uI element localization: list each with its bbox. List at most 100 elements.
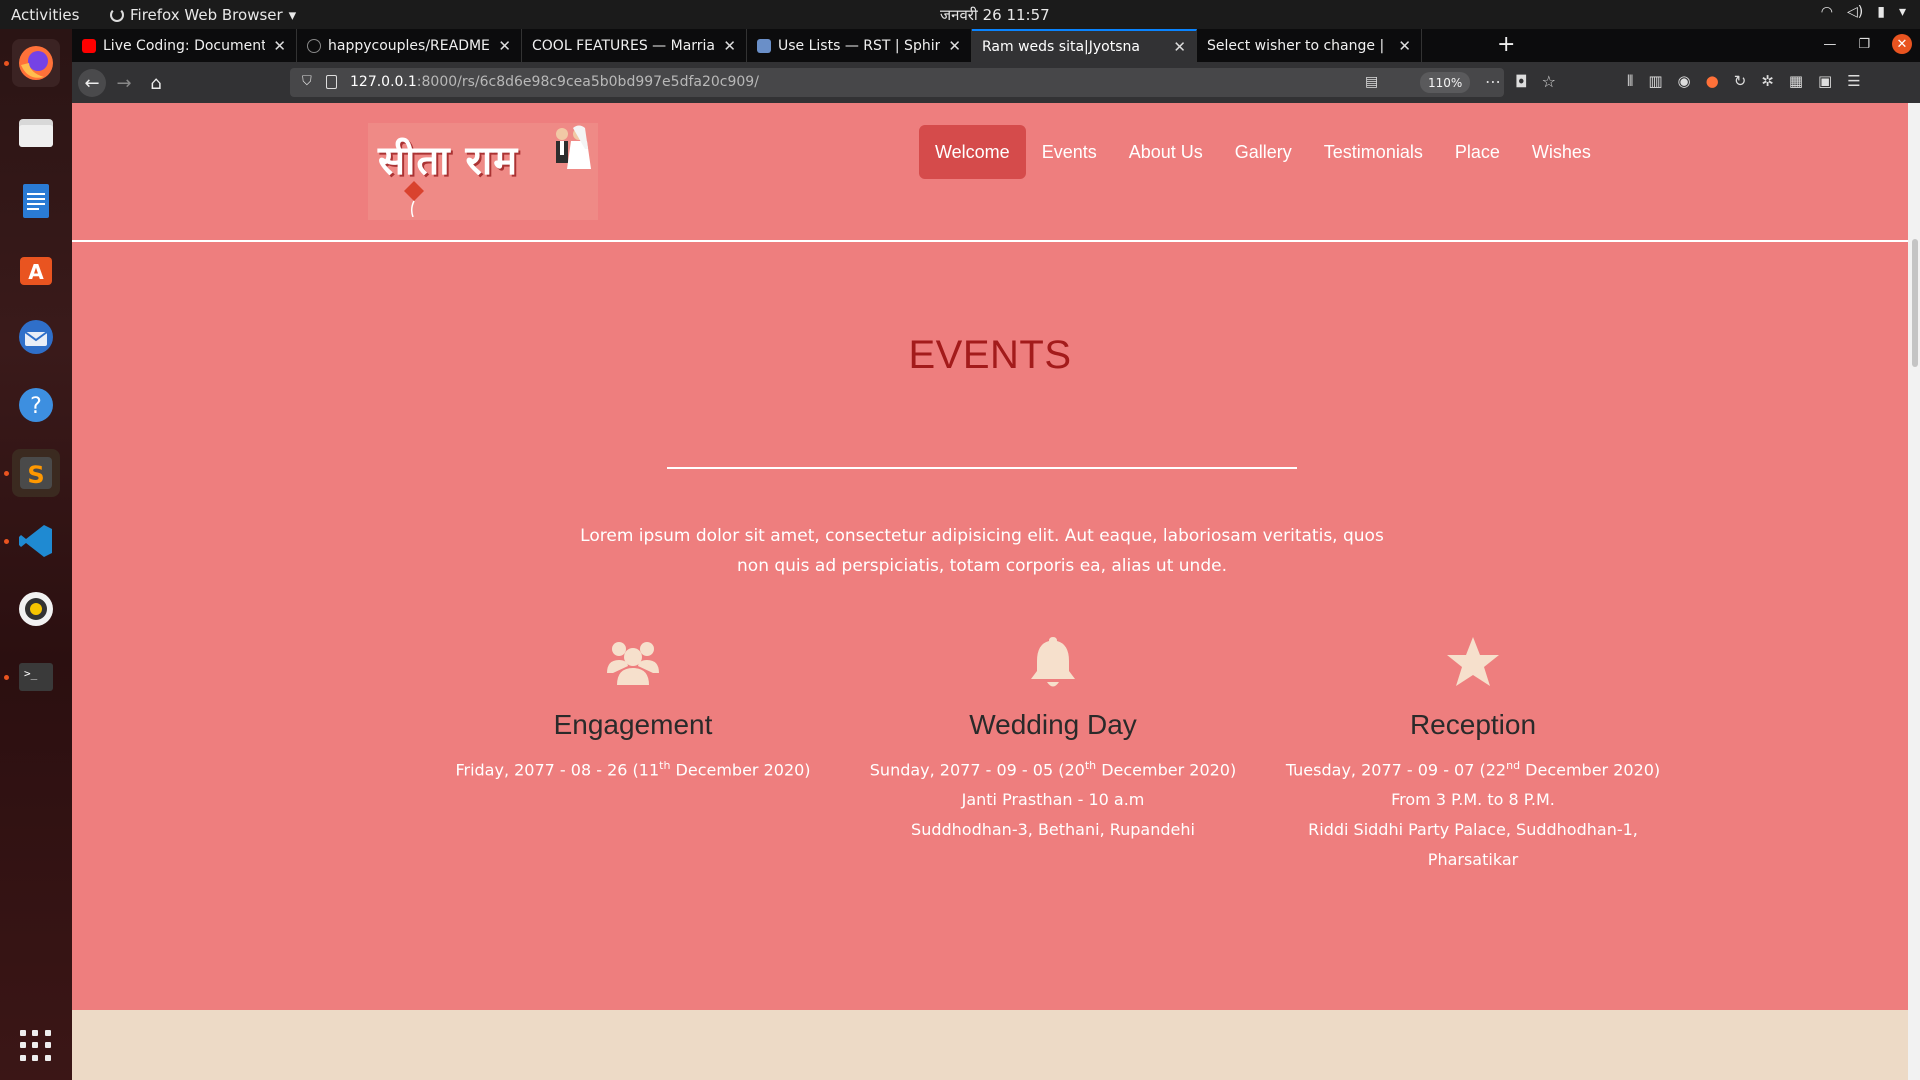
show-applications-icon[interactable] [20, 1030, 52, 1062]
browser-tab-active[interactable]: Ram weds sita|Jyotsna ✕ [972, 29, 1197, 62]
scrollbar-thumb[interactable] [1912, 239, 1918, 367]
extension-icon[interactable]: ● [1706, 72, 1719, 90]
pocket-icon[interactable]: ◘ [1515, 72, 1528, 91]
bell-icon [1031, 637, 1075, 687]
volume-icon: ◁) [1847, 4, 1864, 20]
event-detail: Pharsatikar [1427, 850, 1519, 870]
toolbar-icons: ⫴ ▥ ◉ ● ↻ ✲ ▦ ▣ ☰ [1627, 72, 1861, 90]
restore-icon[interactable]: ❐ [1858, 37, 1870, 52]
nav-wishes[interactable]: Wishes [1516, 125, 1607, 179]
reader-view-icon[interactable]: ▤ [1365, 74, 1378, 90]
hamburger-menu-icon[interactable]: ☰ [1847, 72, 1860, 90]
reload-icon[interactable]: ↻ [1734, 72, 1747, 90]
account-icon[interactable]: ◉ [1678, 72, 1691, 90]
bookmark-star-icon[interactable]: ☆ [1542, 72, 1556, 91]
more-actions-icon[interactable]: ⋯ [1485, 72, 1501, 91]
help-icon[interactable]: ? [12, 381, 60, 429]
dock: A ? S >_ [0, 29, 72, 1080]
thunderbird-icon[interactable] [12, 313, 60, 361]
notes-icon[interactable]: ▣ [1818, 72, 1832, 90]
system-tray[interactable]: ◠ ◁) ▮ ▾ [1821, 4, 1906, 20]
event-date: Sunday, 2077 - 09 - 05 (20th December 20… [843, 751, 1263, 785]
site-logo[interactable]: सीता राम [368, 123, 598, 220]
close-icon[interactable]: ✕ [498, 37, 511, 55]
event-date-suffix: December 2020) [1520, 760, 1661, 780]
event-date-sup: th [1084, 759, 1097, 772]
window-close-icon[interactable]: ✕ [1892, 34, 1912, 54]
event-detail: Riddi Siddhi Party Palace, Suddhodhan-1, [1308, 820, 1638, 840]
writer-icon[interactable] [12, 177, 60, 225]
running-indicator [4, 675, 9, 680]
event-date-suffix: December 2020) [1096, 760, 1237, 780]
nav-events[interactable]: Events [1026, 125, 1113, 179]
page-scrollbar[interactable] [1908, 103, 1920, 1080]
firefox-icon[interactable] [12, 39, 60, 87]
activities-button[interactable]: Activities [11, 6, 79, 24]
files-icon[interactable] [12, 109, 60, 157]
couple-icon [556, 125, 591, 169]
event-name: Engagement [553, 709, 713, 740]
url-text[interactable]: 127.0.0.1:8000/rs/6c8d6e98c9cea5b0bd997e… [350, 74, 759, 90]
kite-icon [404, 181, 424, 217]
browser-tab[interactable]: Live Coding: Documentat ✕ [72, 29, 297, 62]
clock[interactable]: जनवरी 26 11:57 [940, 5, 1050, 25]
minimize-icon[interactable]: — [1823, 37, 1836, 52]
event-date-prefix: Tuesday, 2077 - 09 - 07 (22 [1285, 760, 1507, 780]
rhythmbox-icon[interactable] [12, 585, 60, 633]
zoom-level-button[interactable]: 110% [1420, 72, 1471, 93]
firefox-small-icon [110, 8, 124, 22]
nav-welcome[interactable]: Welcome [919, 125, 1026, 179]
divider [667, 467, 1297, 469]
event-detail: Suddhodhan-3, Bethani, Rupandehi [911, 820, 1195, 840]
next-section [72, 1010, 1908, 1080]
close-icon[interactable]: ✕ [1173, 38, 1186, 56]
home-icon[interactable]: ⌂ [142, 69, 170, 97]
browser-tab[interactable]: Select wisher to change | Dj ✕ [1197, 29, 1422, 62]
events-intro: Lorem ipsum dolor sit amet, consectetur … [580, 526, 1384, 576]
grid-icon[interactable]: ▦ [1789, 72, 1803, 90]
nav-testimonials[interactable]: Testimonials [1308, 125, 1439, 179]
sidebar-icon[interactable]: ▥ [1648, 72, 1662, 90]
github-icon [307, 38, 321, 53]
app-menu-label: Firefox Web Browser [130, 6, 283, 24]
nav-about-us[interactable]: About Us [1113, 125, 1219, 179]
back-icon[interactable]: ← [78, 69, 106, 97]
users-icon [607, 642, 659, 685]
software-center-icon[interactable]: A [12, 245, 60, 293]
close-icon[interactable]: ✕ [273, 37, 286, 55]
terminal-icon[interactable]: >_ [12, 653, 60, 701]
svg-text:?: ? [30, 394, 42, 419]
nav-place[interactable]: Place [1439, 125, 1516, 179]
shield-icon[interactable]: ⛉ [302, 74, 312, 89]
event-date-prefix: Sunday, 2077 - 09 - 05 (20 [869, 760, 1085, 780]
system-top-bar: Activities Firefox Web Browser ▾ जनवरी 2… [0, 0, 1920, 29]
event-date-sup: th [659, 759, 671, 772]
event-name: Wedding Day [969, 709, 1137, 740]
sublime-text-icon[interactable]: S [12, 449, 60, 497]
doc-icon [757, 38, 771, 53]
page-icon [326, 75, 337, 89]
new-tab-button[interactable]: + [1497, 32, 1515, 57]
navigation-toolbar: ← → ⌂ ⛉ 127.0.0.1:8000/rs/6c8d6e98c9cea5… [72, 62, 1920, 103]
library-icon[interactable]: ⫴ [1627, 72, 1633, 90]
wifi-icon: ◠ [1820, 4, 1834, 20]
running-indicator [4, 539, 9, 544]
forward-icon[interactable]: → [110, 69, 138, 97]
browser-tab[interactable]: Use Lists — RST | Sphinx ✕ [747, 29, 972, 62]
close-icon[interactable]: ✕ [948, 37, 961, 55]
star-icon [1447, 637, 1499, 686]
browser-tab[interactable]: happycouples/README. ✕ [297, 29, 522, 62]
vscode-icon[interactable] [12, 517, 60, 565]
close-icon[interactable]: ✕ [723, 37, 736, 55]
chevron-down-icon: ▾ [288, 6, 297, 24]
app-menu[interactable]: Firefox Web Browser ▾ [110, 6, 296, 24]
close-icon[interactable]: ✕ [1398, 37, 1411, 55]
chevron-down-icon: ▾ [1898, 4, 1906, 20]
extension-gear-icon[interactable]: ✲ [1761, 72, 1774, 90]
page-viewport: सीता राम Welcome Events About Us Gallery… [72, 103, 1920, 1080]
url-bar[interactable]: ⛉ 127.0.0.1:8000/rs/6c8d6e98c9cea5b0bd99… [290, 68, 1556, 97]
event-date: Tuesday, 2077 - 09 - 07 (22nd December 2… [1263, 751, 1683, 785]
browser-tab[interactable]: COOL FEATURES — Marriag ✕ [522, 29, 747, 62]
nav-gallery[interactable]: Gallery [1219, 125, 1308, 179]
site-nav: Welcome Events About Us Gallery Testimon… [919, 125, 1607, 179]
